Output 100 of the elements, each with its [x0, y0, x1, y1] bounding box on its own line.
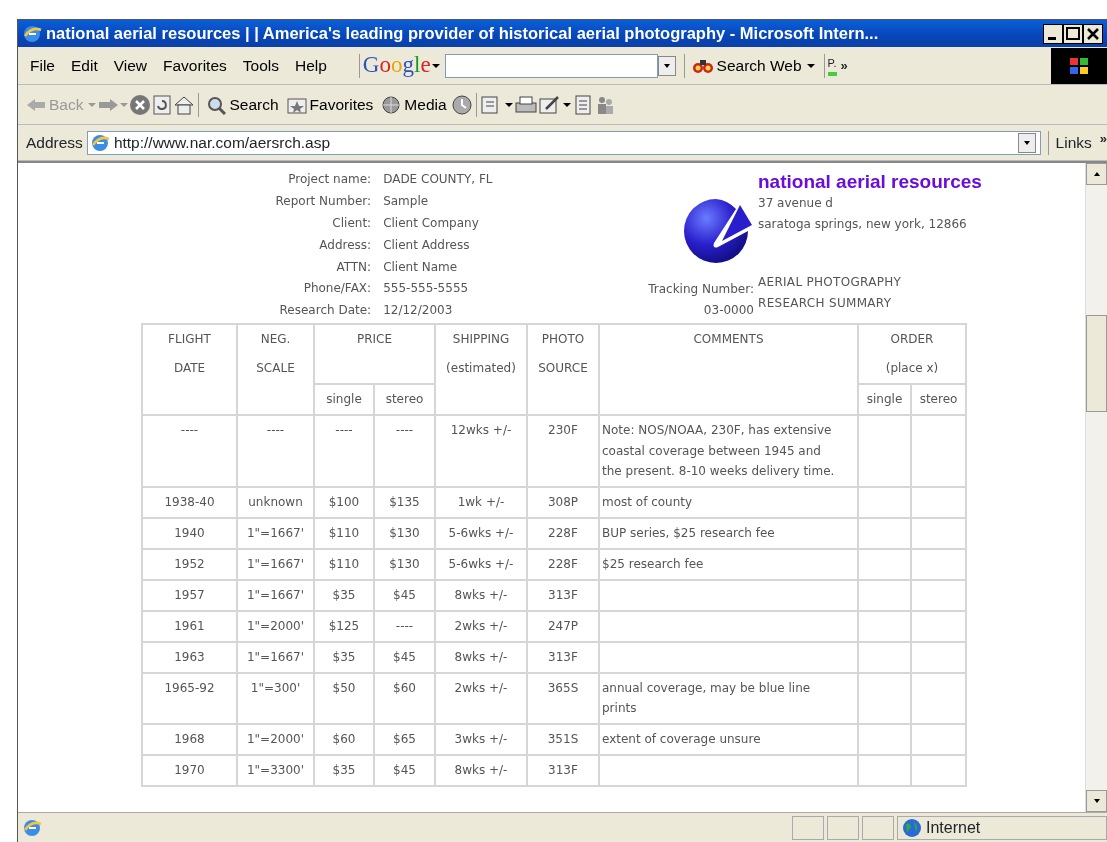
menu-item[interactable]: Tools	[234, 53, 287, 78]
comment-cell: most of county	[599, 486, 858, 518]
field-value: 12/12/2003	[383, 302, 454, 320]
shipping-cell: 8wks +/-	[435, 754, 527, 786]
price-cell: $110	[314, 548, 374, 580]
history-icon[interactable]	[450, 93, 473, 116]
favorites-button[interactable]: Favorites	[282, 92, 378, 117]
media-button[interactable]: Media	[377, 92, 451, 117]
price-cell: $45	[374, 754, 435, 786]
shipping-cell: 1wk +/-	[435, 486, 527, 518]
field-value: Sample	[383, 192, 430, 210]
field-value: DADE COUNTY, FL	[383, 171, 494, 188]
scrollbar-thumb[interactable]	[1086, 315, 1107, 412]
close-icon[interactable]	[1083, 23, 1103, 44]
page-rank-indicator: P.	[827, 55, 837, 76]
links-button[interactable]: Links	[1055, 130, 1092, 155]
scroll-down-button[interactable]	[1086, 790, 1107, 812]
page-icon	[89, 132, 110, 153]
menu-item[interactable]: View	[105, 53, 156, 78]
report-title: RESEARCH SUMMARY	[758, 295, 893, 312]
caret-icon[interactable]	[430, 61, 441, 70]
flight-date-cell: 1938-40	[142, 486, 237, 518]
source-cell: 351S	[527, 723, 599, 755]
globe-icon	[381, 94, 402, 115]
price-cell: $65	[374, 723, 435, 755]
menu-item[interactable]: Edit	[63, 53, 106, 78]
column-header: FLIGHT DATE	[142, 324, 237, 415]
printer-icon[interactable]	[513, 93, 538, 116]
column-header: single	[858, 384, 911, 415]
price-cell: $130	[374, 548, 435, 580]
search-field[interactable]	[444, 53, 658, 78]
field-label: Research Date:	[278, 302, 372, 320]
price-cell: ----	[374, 415, 435, 487]
maximize-icon[interactable]	[1063, 23, 1083, 44]
more-button[interactable]: »	[1099, 128, 1107, 149]
field-value: Client Company	[383, 214, 480, 232]
source-cell: 313F	[527, 754, 599, 786]
flight-date-cell: 1970	[142, 754, 237, 786]
more-button[interactable]: »	[840, 55, 848, 76]
comment-cell: extent of coverage unsure	[599, 723, 858, 755]
edit-icon[interactable]	[537, 93, 562, 116]
column-header: NEG. SCALE	[237, 324, 314, 415]
scale-cell: 1"=300'	[237, 672, 314, 724]
source-cell: 308P	[527, 486, 599, 518]
flight-date-cell: 1957	[142, 579, 237, 611]
scale-cell: ----	[237, 415, 314, 487]
column-header: PHOTO SOURCE	[527, 324, 599, 415]
flight-date-cell: 1965-92	[142, 672, 237, 724]
scale-cell: 1"=1667'	[237, 579, 314, 611]
price-cell: $60	[314, 723, 374, 755]
comment-cell: BUP series, $25 research fee	[599, 517, 858, 549]
window-title: national aerial resources | | America's leading provider of historical aerial photography - Microsoft Intern...	[46, 23, 880, 45]
price-cell: $135	[374, 486, 435, 518]
price-cell: $35	[314, 579, 374, 611]
field-value: 555-555-5555	[383, 280, 470, 298]
source-cell: 230F	[527, 415, 599, 487]
search-web-button[interactable]: Search Web	[687, 53, 806, 78]
address-text: 37 avenue d	[758, 195, 834, 212]
shipping-cell: 5-6wks +/-	[435, 548, 527, 580]
tracking-label: Tracking Number:	[648, 281, 754, 298]
field-label: ATTN:	[335, 258, 372, 276]
minimize-icon[interactable]	[1043, 23, 1063, 44]
scale-cell: unknown	[237, 486, 314, 518]
price-cell: ----	[374, 610, 435, 642]
scroll-up-button[interactable]	[1086, 163, 1107, 185]
price-cell: $35	[314, 641, 374, 673]
scale-cell: 1"=2000'	[237, 610, 314, 642]
price-cell: $60	[374, 672, 435, 724]
page-icon	[22, 817, 42, 838]
menu-item[interactable]: File	[22, 53, 63, 78]
price-cell: ----	[314, 415, 374, 487]
field-label: Client:	[331, 214, 372, 232]
scale-cell: 1"=1667'	[237, 548, 314, 580]
field-label: Report Number:	[274, 192, 372, 210]
google-logo[interactable]: Google	[362, 48, 431, 83]
shipping-cell: 3wks +/-	[435, 723, 527, 755]
comment-cell: Note: NOS/NOAA, 230F, has extensive coastal coverage between 1945 and the present. 8-10 weeks delivery time.	[599, 415, 858, 487]
flight-date-cell: 1961	[142, 610, 237, 642]
field-label: Project name:	[287, 171, 372, 188]
dropdown-button[interactable]	[1017, 132, 1036, 153]
search-button[interactable]: Search	[202, 92, 283, 117]
caret-icon[interactable]	[503, 100, 514, 109]
menu-item[interactable]: Help	[286, 53, 335, 78]
source-cell: 247P	[527, 610, 599, 642]
scale-cell: 1"=1667'	[237, 641, 314, 673]
caret-icon[interactable]	[561, 100, 572, 109]
source-cell: 313F	[527, 579, 599, 611]
refresh-icon[interactable]	[151, 93, 174, 116]
address-field[interactable]: http://www.nar.com/aersrch.asp	[86, 130, 1041, 155]
zone-label: Internet	[926, 817, 981, 838]
stop-icon[interactable]	[129, 93, 152, 116]
field-value: Client Address	[383, 236, 471, 254]
shipping-cell: 8wks +/-	[435, 641, 527, 673]
caret-icon[interactable]	[805, 61, 816, 70]
comment-cell: annual coverage, may be blue line prints	[599, 672, 858, 724]
search-icon	[206, 94, 227, 115]
menu-item[interactable]: Favorites	[155, 53, 235, 78]
shipping-cell: 12wks +/-	[435, 415, 527, 487]
column-header: PRICE	[314, 324, 435, 384]
field-value: Client Name	[383, 258, 459, 276]
